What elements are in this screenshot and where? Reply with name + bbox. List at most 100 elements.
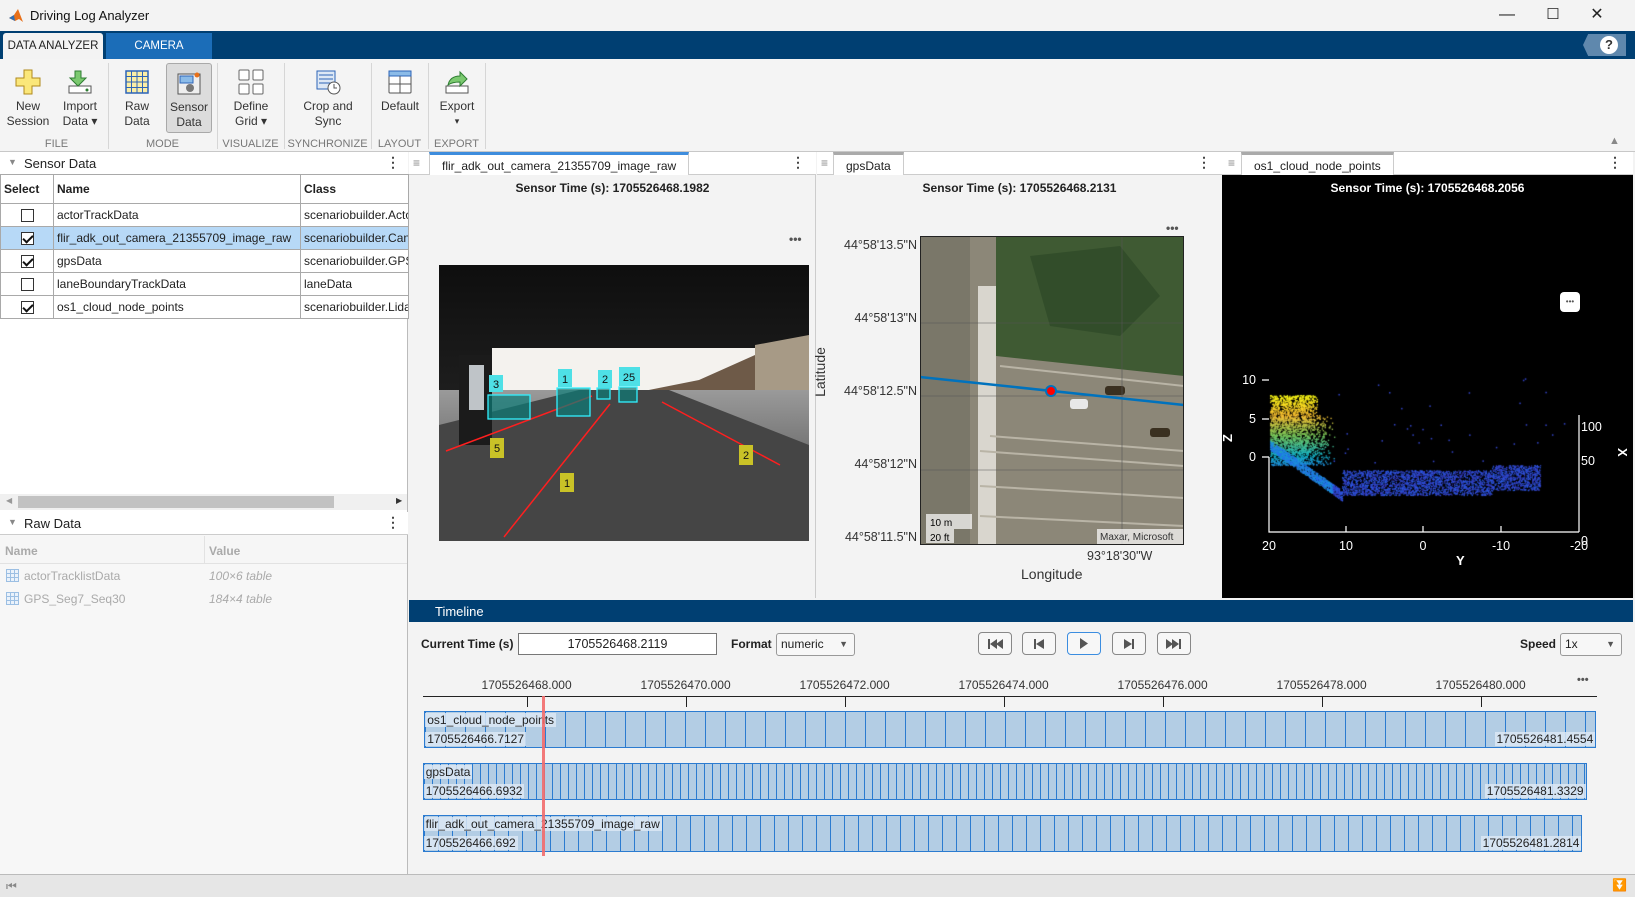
latitude-tick: 44°58'12"N bbox=[854, 457, 917, 471]
play-icon bbox=[1080, 638, 1088, 649]
group-label-file: FILE bbox=[44, 138, 69, 150]
panel-menu-icon[interactable]: ⋮ bbox=[386, 154, 400, 171]
timeline-options-icon[interactable]: ••• bbox=[1577, 674, 1589, 686]
play-button[interactable] bbox=[1067, 632, 1101, 655]
panel-menu-icon[interactable]: ⋮ bbox=[386, 514, 400, 531]
latitude-tick: 44°58'13.5"N bbox=[844, 238, 917, 252]
gps-sensor-time: Sensor Time (s): 1705526468.2131 bbox=[922, 181, 1117, 195]
column-header-value[interactable]: Value bbox=[209, 544, 240, 558]
group-label-export: EXPORT bbox=[433, 138, 480, 150]
new-session-label: New bbox=[15, 99, 40, 113]
export-button[interactable]: Export ▾ bbox=[434, 63, 480, 133]
panel-menu-icon[interactable]: ⋮ bbox=[1197, 154, 1211, 171]
list-item[interactable]: GPS_Seg7_Seq30 184×4 table bbox=[0, 587, 407, 610]
new-session-button[interactable]: New Session bbox=[5, 63, 51, 133]
drag-handle-icon[interactable]: ≡ bbox=[413, 156, 420, 170]
tab-camera[interactable]: CAMERA bbox=[106, 33, 212, 59]
collapse-left-icon[interactable]: ⏮ bbox=[6, 879, 17, 894]
format-value: numeric bbox=[781, 637, 824, 651]
tab-data-analyzer[interactable]: DATA ANALYZER bbox=[3, 33, 103, 59]
crop-and-sync-button[interactable]: Crop and Sync bbox=[295, 63, 361, 133]
track-name: gpsData bbox=[423, 765, 473, 779]
tab-lidar-view[interactable]: os1_cloud_node_points bbox=[1241, 152, 1394, 175]
collapse-toolstrip-icon[interactable]: ▲ bbox=[1609, 135, 1620, 147]
raw-data-button[interactable]: Raw Data bbox=[115, 63, 159, 133]
column-header-name[interactable]: Name bbox=[5, 544, 38, 558]
speed-dropdown[interactable]: 1x ▼ bbox=[1560, 633, 1622, 656]
collapse-arrow-icon[interactable]: ▼ bbox=[8, 517, 17, 527]
help-button[interactable]: ? bbox=[1583, 34, 1626, 56]
raw-item-value: 100×6 table bbox=[209, 569, 273, 583]
define-grid-button[interactable]: Define Grid ▾ bbox=[226, 63, 276, 133]
current-time-cursor[interactable] bbox=[542, 696, 546, 856]
timeline-tick-label: 1705526474.000 bbox=[958, 678, 1049, 692]
latitude-tick: 44°58'12.5"N bbox=[844, 384, 917, 398]
current-time-input[interactable]: 1705526468.2119 bbox=[518, 633, 717, 655]
timeline-track-os1_cloud_node_points[interactable]: os1_cloud_node_points 1705526466.7127 1705… bbox=[424, 711, 1597, 748]
sensor-data-title: Sensor Data bbox=[24, 156, 97, 171]
step-back-icon bbox=[1034, 638, 1044, 649]
group-label-layout: LAYOUT bbox=[377, 138, 422, 150]
timeline-tick-mark bbox=[844, 697, 846, 707]
sensor-data-panel: ▼ Sensor Data ⋮ Select Name Class actorT… bbox=[0, 152, 409, 512]
column-header-class[interactable]: Class bbox=[300, 174, 409, 204]
panel-menu-icon[interactable]: ⋮ bbox=[791, 154, 805, 171]
latitude-tick: 44°58'13"N bbox=[854, 311, 917, 325]
group-separator bbox=[371, 63, 372, 149]
jump-to-start-button[interactable] bbox=[978, 632, 1012, 655]
drag-handle-icon[interactable]: ≡ bbox=[821, 156, 828, 170]
table-icon bbox=[6, 569, 19, 582]
table-row[interactable]: flir_adk_out_camera_21355709_image_raw sc… bbox=[0, 226, 409, 250]
table-row[interactable]: laneBoundaryTrackData laneData bbox=[0, 272, 409, 296]
format-dropdown[interactable]: numeric ▼ bbox=[776, 633, 855, 656]
group-separator bbox=[284, 63, 285, 149]
minimize-button[interactable]: — bbox=[1497, 6, 1517, 24]
satellite-map[interactable]: 10 m 20 ft Maxar, Microsoft bbox=[920, 236, 1184, 545]
step-forward-icon bbox=[1124, 638, 1134, 649]
group-separator bbox=[428, 63, 429, 149]
scroll-left-icon[interactable]: ◀ bbox=[6, 496, 12, 505]
default-layout-button[interactable]: Default bbox=[377, 63, 423, 133]
collapse-bottom-icon[interactable]: ⏬ bbox=[1612, 878, 1627, 892]
close-button[interactable]: ✕ bbox=[1587, 6, 1607, 24]
scroll-right-icon[interactable]: ▶ bbox=[396, 496, 402, 505]
row-name: flir_adk_out_camera_21355709_image_raw bbox=[53, 226, 301, 250]
step-forward-button[interactable] bbox=[1112, 632, 1146, 655]
select-checkbox[interactable] bbox=[20, 208, 34, 222]
column-header-select[interactable]: Select bbox=[0, 174, 54, 204]
select-checkbox[interactable] bbox=[20, 300, 34, 314]
column-header-name[interactable]: Name bbox=[53, 174, 301, 204]
table-row[interactable]: actorTrackData scenariobuilder.Acto bbox=[0, 203, 409, 227]
axes-toolbar-icon[interactable]: ••• bbox=[1166, 221, 1179, 235]
y-tick: -10 bbox=[1492, 539, 1510, 553]
timeline-track-gpsData[interactable]: gpsData 1705526466.6932 1705526481.3329 bbox=[422, 763, 1587, 800]
group-label-synchronize: SYNCHRONIZE bbox=[287, 138, 368, 150]
scrollbar-thumb[interactable] bbox=[18, 496, 334, 508]
import-data-button[interactable]: Import Data ▾ bbox=[56, 63, 104, 133]
select-checkbox[interactable] bbox=[20, 254, 34, 268]
table-row[interactable]: os1_cloud_node_points scenariobuilder.Lid… bbox=[0, 295, 409, 319]
collapse-arrow-icon[interactable]: ▼ bbox=[8, 157, 17, 167]
track-end-time: 1705526481.4554 bbox=[1494, 732, 1596, 746]
horizontal-scrollbar[interactable]: ◀ ▶ bbox=[0, 494, 407, 510]
axes-toolbar-icon[interactable]: ••• bbox=[789, 232, 802, 246]
step-back-button[interactable] bbox=[1022, 632, 1056, 655]
sensor-icon bbox=[177, 72, 201, 95]
define-grid-label: Define bbox=[233, 99, 269, 113]
timeline-track-flir_adk_out_camera_21355709_image_raw[interactable]: flir_adk_out_camera_21355709_image_raw17… bbox=[422, 815, 1583, 852]
panel-menu-icon[interactable]: ⋮ bbox=[1608, 154, 1622, 171]
select-checkbox[interactable] bbox=[20, 231, 34, 245]
sensor-data-button[interactable]: Sensor Data bbox=[166, 63, 212, 133]
timeline-tick-mark bbox=[1162, 697, 1164, 707]
table-row[interactable]: gpsData scenariobuilder.GPS bbox=[0, 249, 409, 273]
list-item[interactable]: actorTracklistData 100×6 table bbox=[0, 564, 407, 587]
maximize-button[interactable]: ☐ bbox=[1543, 6, 1563, 24]
drag-handle-icon[interactable]: ≡ bbox=[1228, 156, 1235, 170]
jump-to-end-button[interactable] bbox=[1157, 632, 1191, 655]
tab-gps-view[interactable]: gpsData bbox=[833, 152, 904, 175]
select-checkbox[interactable] bbox=[20, 277, 34, 291]
tab-camera-view[interactable]: flir_adk_out_camera_21355709_image_raw bbox=[429, 152, 690, 175]
axes-toolbar-icon[interactable]: ••• bbox=[1560, 292, 1580, 312]
speed-value: 1x bbox=[1565, 637, 1578, 651]
actor-box bbox=[596, 387, 611, 400]
